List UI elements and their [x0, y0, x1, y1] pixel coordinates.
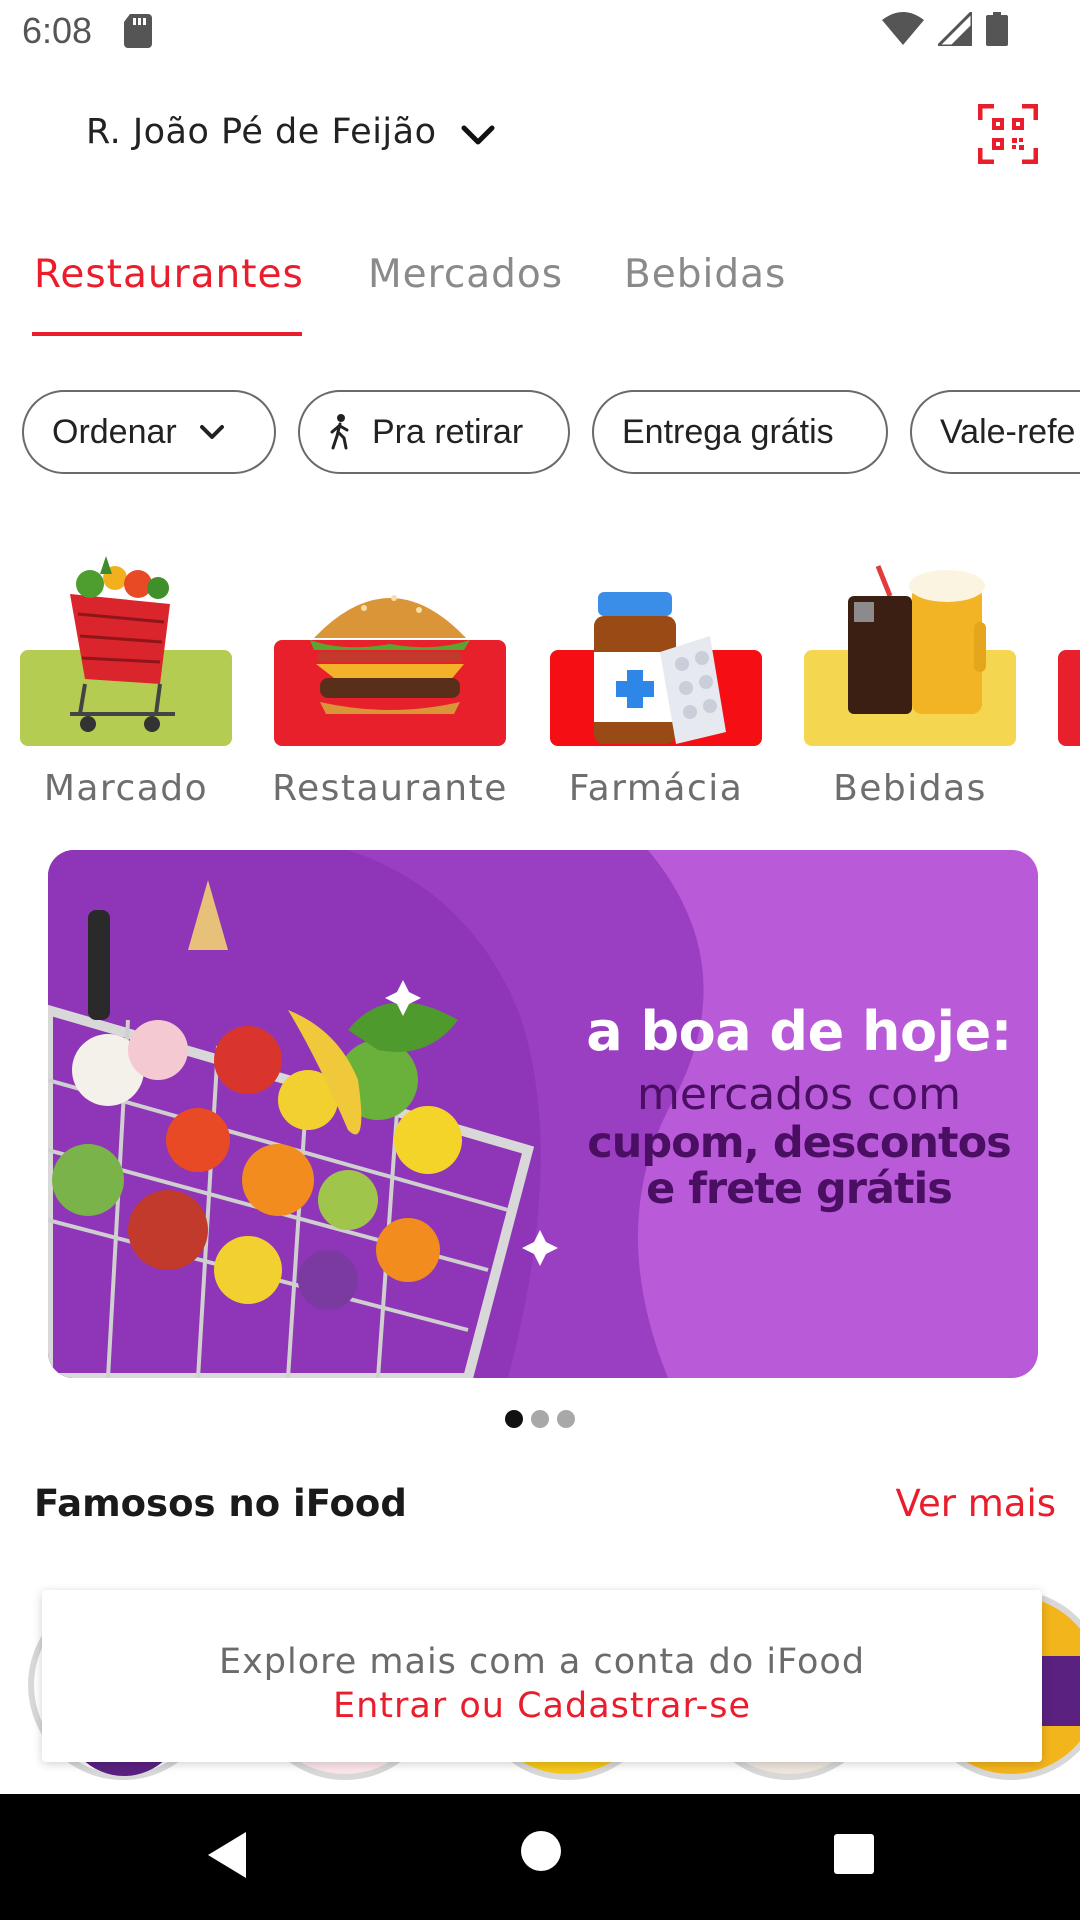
category-mercado[interactable]: Marcado — [20, 556, 232, 816]
chip-label: Entrega grátis — [622, 412, 834, 451]
pharmacy-icon — [594, 592, 726, 744]
chip-label: Vale-refe — [940, 412, 1076, 451]
login-prompt-text: Explore mais com a conta do iFood — [218, 1642, 866, 1682]
sd-card-icon — [124, 14, 152, 48]
category-label: Bebidas — [833, 768, 987, 809]
chip-label: Ordenar — [52, 412, 177, 451]
category-label: Restaurante — [272, 768, 508, 809]
chevron-down-icon[interactable] — [458, 118, 498, 154]
section-title: Famosos no iFood — [34, 1482, 407, 1525]
category-label: Farmácia — [568, 768, 744, 809]
login-prompt-card[interactable]: Explore mais com a conta do iFood Entrar… — [42, 1590, 1042, 1762]
category-shortcuts: Marcado Restaurante Farmácia Bebidas — [0, 556, 1080, 816]
system-navigation-bar — [0, 1794, 1080, 1920]
filter-chips: Ordenar Pra retirar Entrega grátis Vale-… — [0, 390, 1080, 476]
category-label: C — [1058, 768, 1080, 809]
battery-icon — [986, 12, 1008, 46]
status-time: 6:08 — [22, 10, 93, 51]
promo-banner[interactable]: a boa de hoje: mercados com cupom, desco… — [48, 850, 1038, 1378]
pagination-dot[interactable] — [505, 1410, 523, 1428]
chip-label: Pra retirar — [372, 412, 524, 451]
recents-icon[interactable] — [834, 1834, 874, 1874]
pickup-filter-chip[interactable]: Pra retirar — [298, 390, 570, 474]
qr-code-icon[interactable] — [978, 104, 1038, 164]
sort-filter-chip[interactable]: Ordenar — [22, 390, 276, 474]
category-more[interactable]: C — [1058, 556, 1080, 816]
signal-icon — [938, 12, 972, 46]
banner-offer-2: e frete grátis — [646, 1164, 953, 1214]
banner-text: a boa de hoje: mercados com cupom, desco… — [564, 1000, 1034, 1212]
category-farmacia[interactable]: Farmácia — [550, 556, 762, 816]
back-icon[interactable] — [204, 1830, 250, 1880]
free-delivery-filter-chip[interactable]: Entrega grátis — [592, 390, 888, 474]
burger-icon — [310, 595, 470, 714]
banner-headline: a boa de hoje: — [586, 1000, 1012, 1063]
active-tab-indicator — [32, 332, 302, 336]
login-signup-link[interactable]: Entrar ou Cadastrar-se — [42, 1686, 1042, 1726]
banner-subline: mercados com — [637, 1069, 961, 1120]
category-restaurante[interactable]: Restaurante — [272, 556, 506, 816]
chevron-down-icon — [199, 425, 224, 439]
tab-mercados[interactable]: Mercados — [368, 252, 563, 297]
see-more-link[interactable]: Ver mais — [896, 1482, 1056, 1525]
category-label: Marcado — [43, 768, 209, 809]
pagination-dot[interactable] — [557, 1410, 575, 1428]
home-icon[interactable] — [520, 1830, 562, 1872]
walking-icon — [330, 414, 349, 450]
category-tabs: Restaurantes Mercados Bebidas — [0, 236, 1080, 336]
pagination-dot[interactable] — [531, 1410, 549, 1428]
wifi-icon — [882, 12, 924, 45]
address-bar: R. João Pé de Feijão — [0, 92, 1080, 180]
drinks-icon — [848, 565, 986, 714]
category-bebidas[interactable]: Bebidas — [804, 556, 1016, 816]
banner-pagination — [505, 1410, 575, 1428]
shopping-cart-icon — [70, 556, 175, 732]
tab-bebidas[interactable]: Bebidas — [624, 252, 786, 297]
category-background — [1058, 650, 1080, 746]
banner-offer: cupom, descontos — [587, 1118, 1011, 1168]
meal-voucher-filter-chip[interactable]: Vale-refe — [910, 390, 1080, 474]
address-selector[interactable]: R. João Pé de Feijão — [86, 112, 437, 152]
tab-restaurantes[interactable]: Restaurantes — [34, 252, 304, 297]
status-bar: 6:08 — [0, 0, 1080, 64]
